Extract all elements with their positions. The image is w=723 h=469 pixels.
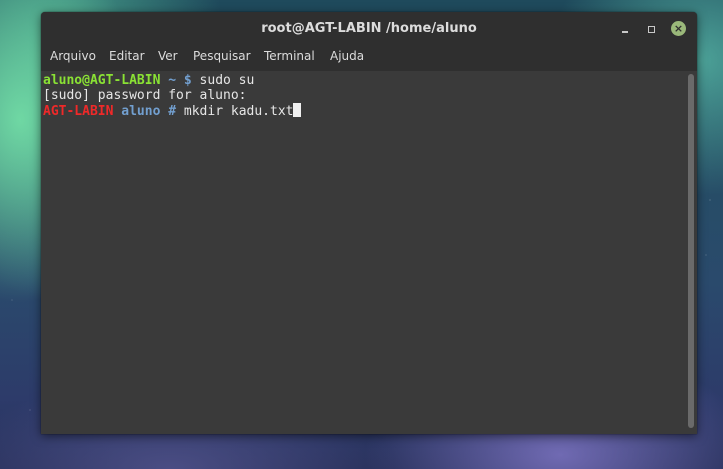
maximize-icon bbox=[647, 25, 655, 33]
menu-terminal[interactable]: Terminal bbox=[264, 49, 315, 63]
minimize-button[interactable] bbox=[617, 21, 633, 37]
command-text: sudo su bbox=[199, 73, 255, 88]
command-output: [sudo] password for aluno: bbox=[43, 88, 247, 103]
root-prompt-symbol: # bbox=[168, 104, 177, 119]
prompt-symbol: $ bbox=[183, 73, 192, 88]
root-prompt-host: AGT-LABIN bbox=[43, 104, 114, 119]
prompt-user-host: aluno@AGT-LABIN bbox=[43, 73, 161, 88]
root-prompt-user: aluno bbox=[121, 104, 161, 119]
menu-bar: Arquivo Editar Ver Pesquisar Terminal Aj… bbox=[41, 45, 697, 71]
current-command-text: mkdir kadu.txt bbox=[183, 104, 294, 119]
window-title: root@AGT-LABIN /home/aluno bbox=[261, 21, 477, 36]
minimize-icon bbox=[622, 31, 628, 33]
terminal-line-2: [sudo] password for aluno: bbox=[43, 88, 685, 103]
terminal-area[interactable]: aluno@AGT-LABIN ~ $ sudo su [sudo] passw… bbox=[41, 71, 685, 434]
close-button[interactable]: × bbox=[671, 21, 686, 36]
menu-ajuda[interactable]: Ajuda bbox=[330, 49, 364, 63]
text-cursor bbox=[293, 103, 302, 117]
close-icon: × bbox=[673, 22, 684, 35]
menu-ver[interactable]: Ver bbox=[158, 49, 178, 63]
terminal-line-3: AGT-LABIN aluno # mkdir kadu.txt bbox=[43, 103, 685, 119]
menu-pesquisar[interactable]: Pesquisar bbox=[193, 49, 251, 63]
menu-editar[interactable]: Editar bbox=[109, 49, 145, 63]
title-bar[interactable]: root@AGT-LABIN /home/aluno × bbox=[41, 12, 697, 45]
prompt-path: ~ bbox=[168, 73, 177, 88]
scrollbar-thumb[interactable] bbox=[688, 74, 694, 428]
vertical-scrollbar[interactable] bbox=[685, 71, 697, 434]
terminal-window: root@AGT-LABIN /home/aluno × Arquivo Edi… bbox=[41, 12, 697, 434]
maximize-button[interactable] bbox=[643, 21, 659, 37]
menu-arquivo[interactable]: Arquivo bbox=[50, 49, 96, 63]
terminal-line-1: aluno@AGT-LABIN ~ $ sudo su bbox=[43, 73, 685, 88]
